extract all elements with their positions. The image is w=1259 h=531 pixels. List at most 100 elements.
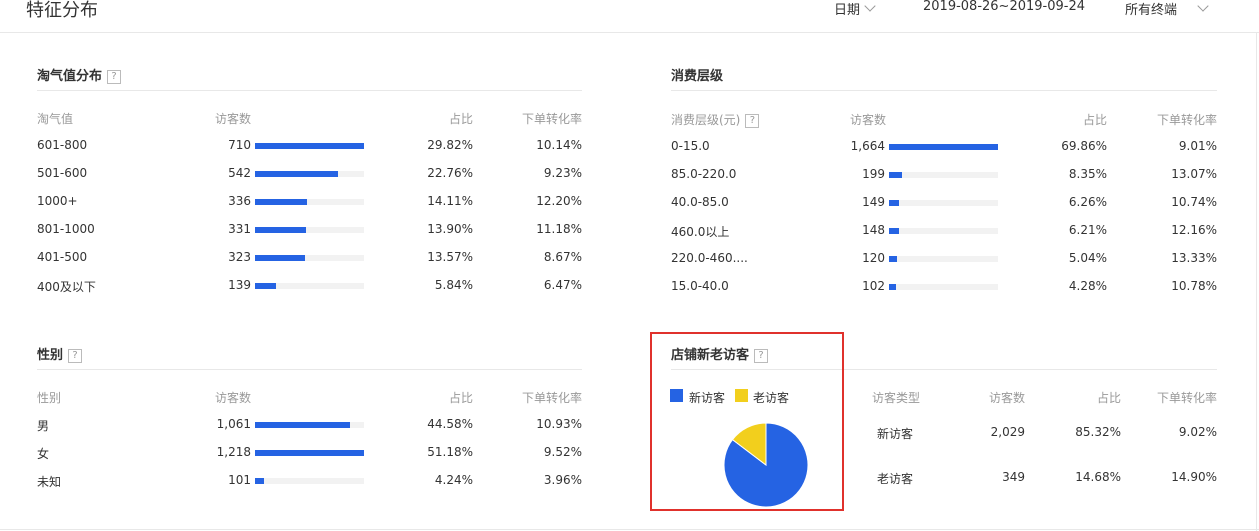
visitor-count: 331 xyxy=(228,222,251,236)
conversion-value: 3.96% xyxy=(543,473,582,487)
bar-track xyxy=(889,200,998,206)
divider xyxy=(671,90,1217,91)
column-header: 下单转化率 xyxy=(521,391,582,405)
consumption-title-label: 消费层级 xyxy=(671,69,724,84)
bar-track xyxy=(255,255,364,261)
ratio-value: 51.18% xyxy=(427,445,473,459)
conversion-value: 9.02% xyxy=(1178,425,1217,439)
visitor-count: 120 xyxy=(862,251,885,265)
bar-fill xyxy=(889,172,902,178)
bar-fill xyxy=(255,478,264,484)
bar-track xyxy=(255,227,364,233)
terminal-dropdown[interactable]: 所有终端 xyxy=(1125,0,1209,18)
bar-fill xyxy=(889,144,998,150)
row-label: 女 xyxy=(37,447,50,461)
row-label: 老访客 xyxy=(877,472,914,486)
visitor-count: 1,218 xyxy=(216,445,251,459)
bar-fill xyxy=(255,255,305,261)
row-label: 未知 xyxy=(37,475,62,489)
conversion-value: 14.90% xyxy=(1171,470,1217,484)
date-type-dropdown[interactable]: 日期 xyxy=(834,0,876,18)
bar-fill xyxy=(255,199,307,205)
date-range-picker[interactable]: 2019-08-26~2019-09-24 xyxy=(923,0,1085,14)
column-header: 访客数 xyxy=(988,391,1025,405)
column-header: 占比 xyxy=(448,391,473,405)
conversion-value: 6.47% xyxy=(543,278,582,292)
column-header: 占比 xyxy=(1096,391,1121,405)
conversion-value: 13.33% xyxy=(1171,251,1217,265)
help-icon[interactable]: ? xyxy=(107,70,122,84)
chevron-down-icon xyxy=(864,0,876,12)
bar-track xyxy=(255,450,364,456)
conversion-value: 12.16% xyxy=(1171,223,1217,237)
chevron-down-icon xyxy=(1197,0,1209,12)
conversion-value: 8.67% xyxy=(543,250,582,264)
highlight-annotation-box xyxy=(650,332,844,511)
row-label: 601-800 xyxy=(37,138,88,152)
column-header: 下单转化率 xyxy=(521,112,582,126)
date-range-label: 2019-08-26~2019-09-24 xyxy=(923,0,1085,14)
ratio-value: 44.58% xyxy=(427,417,473,431)
visitor-count: 101 xyxy=(228,473,251,487)
conversion-value: 10.93% xyxy=(536,417,582,431)
row-label: 85.0-220.0 xyxy=(671,167,737,181)
ratio-value: 13.57% xyxy=(427,250,473,264)
column-header: 访客数 xyxy=(850,113,887,127)
visitor-count: 336 xyxy=(228,194,251,208)
ratio-value: 13.90% xyxy=(427,222,473,236)
row-label: 1000+ xyxy=(37,194,78,208)
ratio-value: 85.32% xyxy=(1075,425,1121,439)
ratio-value: 6.21% xyxy=(1068,223,1107,237)
gender-section-title: 性别? xyxy=(37,344,83,363)
bar-track xyxy=(889,256,998,262)
column-header: 下单转化率 xyxy=(1156,113,1217,127)
column-header: 性别 xyxy=(37,391,62,405)
help-icon[interactable]: ? xyxy=(745,114,760,128)
ratio-value: 69.86% xyxy=(1061,139,1107,153)
bar-fill xyxy=(889,228,899,234)
visitor-count: 149 xyxy=(862,195,885,209)
ratio-value: 29.82% xyxy=(427,138,473,152)
visitor-count: 199 xyxy=(862,167,885,181)
ratio-value: 14.11% xyxy=(427,194,473,208)
bar-track xyxy=(889,284,998,290)
conversion-value: 10.14% xyxy=(536,138,582,152)
bar-track xyxy=(889,172,998,178)
ratio-value: 4.28% xyxy=(1068,279,1107,293)
taoqi-title-label: 淘气值分布 xyxy=(37,69,103,84)
taoqi-section-title: 淘气值分布? xyxy=(37,65,122,84)
visitor-count: 1,061 xyxy=(216,417,251,431)
bar-fill xyxy=(889,256,897,262)
visitor-count: 710 xyxy=(228,138,251,152)
conversion-value: 11.18% xyxy=(536,222,582,236)
ratio-value: 8.35% xyxy=(1068,167,1107,181)
bar-track xyxy=(255,478,364,484)
terminal-label: 所有终端 xyxy=(1125,3,1178,18)
row-label: 新访客 xyxy=(877,427,914,441)
bar-fill xyxy=(255,143,364,149)
bar-fill xyxy=(255,227,306,233)
bar-track xyxy=(889,228,998,234)
column-header: 占比 xyxy=(1082,113,1107,127)
ratio-value: 5.04% xyxy=(1068,251,1107,265)
page-title: 特征分布 xyxy=(26,0,98,21)
ratio-value: 5.84% xyxy=(434,278,473,292)
row-label: 220.0-460.... xyxy=(671,251,748,265)
visitor-count: 102 xyxy=(862,279,885,293)
column-header: 占比 xyxy=(448,112,473,126)
bar-fill xyxy=(255,171,338,177)
bar-track xyxy=(255,199,364,205)
bar-track xyxy=(255,143,364,149)
column-header: 下单转化率 xyxy=(1156,391,1217,405)
row-label: 15.0-40.0 xyxy=(671,279,729,293)
column-header: 访客类型 xyxy=(872,391,921,405)
ratio-value: 6.26% xyxy=(1068,195,1107,209)
conversion-value: 9.23% xyxy=(543,166,582,180)
column-header: 访客数 xyxy=(215,391,252,405)
conversion-value: 13.07% xyxy=(1171,167,1217,181)
visitor-count: 139 xyxy=(228,278,251,292)
help-icon[interactable]: ? xyxy=(68,349,83,363)
gender-title-label: 性别 xyxy=(37,348,64,363)
bar-fill xyxy=(889,200,899,206)
row-label: 40.0-85.0 xyxy=(671,195,729,209)
